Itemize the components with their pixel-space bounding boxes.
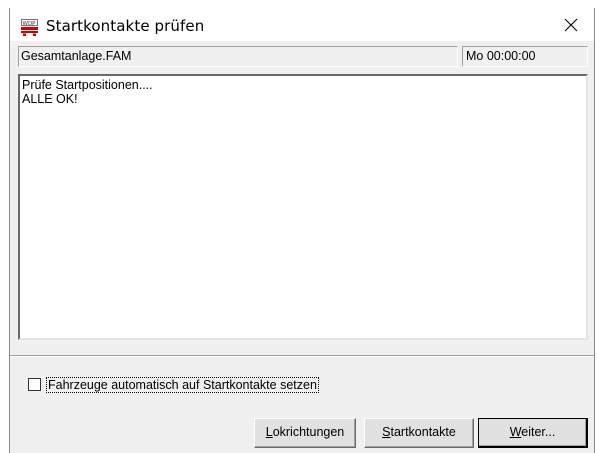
lokrichtungen-button[interactable]: Lokrichtungen — [254, 418, 356, 448]
log-line: Prüfe Startpositionen.... — [22, 78, 153, 92]
close-button[interactable] — [548, 8, 594, 41]
log-line: ALLE OK! — [22, 92, 78, 106]
dialog-title: Startkontakte prüfen — [46, 17, 205, 35]
mnemonic-letter: W — [509, 425, 522, 439]
button-label: eiter... — [521, 425, 556, 439]
title-bar[interactable]: WDP Startkontakte prüfen — [10, 8, 594, 41]
startkontakte-dialog: WDP Startkontakte prüfen Gesamtanlage.FA… — [9, 8, 595, 453]
filename-field: Gesamtanlage.FAM — [18, 46, 458, 67]
log-output[interactable]: Prüfe Startpositionen.... ALLE OK! — [18, 74, 588, 340]
separator — [10, 355, 594, 357]
button-label: tartkontakte — [390, 425, 456, 439]
mnemonic-letter: L — [265, 425, 273, 439]
svg-text:WDP: WDP — [23, 21, 37, 27]
auto-place-label[interactable]: Fahrzeuge automatisch auf Startkontakte … — [46, 377, 319, 393]
mnemonic-letter: S — [382, 425, 391, 439]
auto-place-checkbox[interactable] — [28, 378, 41, 391]
clock-field: Mo 00:00:00 — [462, 46, 588, 67]
startkontakte-button[interactable]: Startkontakte — [364, 418, 474, 448]
wdp-app-icon: WDP — [21, 19, 38, 36]
weiter-button[interactable]: Weiter... — [478, 418, 588, 448]
button-label: okrichtungen — [272, 425, 345, 439]
close-icon — [564, 18, 578, 32]
